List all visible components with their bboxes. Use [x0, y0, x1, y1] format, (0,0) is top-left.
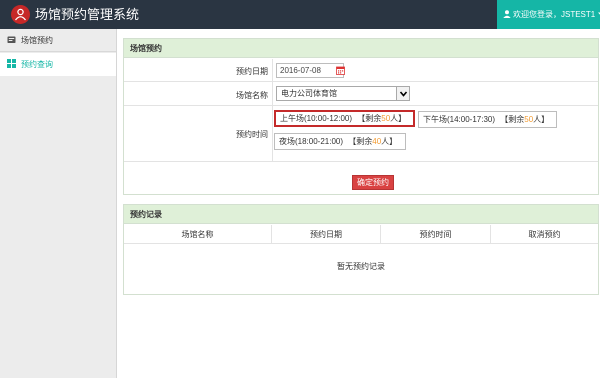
- sidebar-item-label: 预约查询: [21, 60, 53, 69]
- row-divider: [272, 106, 273, 161]
- slot-remain-prefix: 【剩余: [357, 114, 382, 123]
- venue-value: 电力公司体育馆: [281, 89, 337, 98]
- user-icon: [503, 10, 511, 18]
- time-slot-morning[interactable]: 上午场(10:00-12:00) 【剩余50人】: [274, 110, 415, 127]
- time-row: 预约时间 上午场(10:00-12:00) 【剩余50人】 下午场(14:00-…: [124, 106, 598, 161]
- slot-remain-count: 50: [381, 114, 391, 123]
- panel-title: 预约记录: [124, 205, 598, 224]
- booking-panel: 场馆预约 预约日期 2016-07-08 场馆名称 电力公司体育馆 预约时间 上…: [123, 38, 599, 195]
- records-panel: 预约记录 场馆名称 预约日期 预约时间 取消预约 暂无预约记录: [123, 204, 599, 295]
- records-table-header: 场馆名称 预约日期 预约时间 取消预约: [124, 225, 598, 244]
- date-value: 2016-07-08: [280, 66, 321, 75]
- sidebar-item-booking-query[interactable]: 预约查询: [0, 53, 116, 76]
- venue-label: 场馆名称: [236, 91, 268, 100]
- row-divider: [272, 59, 273, 81]
- column-header: 取消预约: [528, 230, 561, 239]
- row-divider: [272, 82, 273, 105]
- user-circle-logo-icon: [11, 5, 30, 24]
- venue-row: 场馆名称 电力公司体育馆: [124, 82, 598, 106]
- slot-remain-suffix: 人】: [381, 137, 398, 146]
- main-content: 场馆预约 预约日期 2016-07-08 场馆名称 电力公司体育馆 预约时间 上…: [117, 29, 600, 378]
- empty-records-text: 暂无预约记录: [337, 262, 385, 271]
- confirm-booking-button[interactable]: 确定预约: [352, 175, 394, 190]
- calendar-icon[interactable]: [336, 66, 345, 75]
- venue-select[interactable]: 电力公司体育馆: [276, 86, 410, 101]
- time-slot-evening[interactable]: 夜场(18:00-21:00) 【剩余40人】: [274, 133, 406, 150]
- slot-remain-count: 50: [524, 115, 534, 124]
- column-header: 预约日期: [272, 225, 381, 244]
- grid-icon: [7, 59, 16, 68]
- slot-remain-suffix: 人】: [533, 115, 550, 124]
- panel-title: 场馆预约: [124, 39, 598, 58]
- sidebar-item-label: 场馆预约: [21, 36, 53, 45]
- slot-name: 上午场(10:00-12:00): [280, 114, 353, 123]
- app-title: 场馆预约管理系统: [35, 7, 140, 22]
- section-divider: [124, 161, 598, 162]
- user-menu[interactable]: 欢迎您登录，JSTEST1: [497, 0, 600, 29]
- sidebar-item-venue-booking[interactable]: 场馆预约: [0, 29, 116, 52]
- select-arrow[interactable]: [396, 87, 409, 100]
- chevron-down-icon: [399, 91, 408, 97]
- date-field[interactable]: 2016-07-08: [276, 63, 345, 78]
- top-bar: 场馆预约管理系统 欢迎您登录，JSTEST1: [0, 0, 600, 29]
- slot-remain-suffix: 人】: [390, 114, 407, 123]
- slot-name: 夜场(18:00-21:00): [279, 137, 344, 146]
- time-slot-afternoon[interactable]: 下午场(14:00-17:30) 【剩余50人】: [418, 111, 557, 128]
- welcome-text: 欢迎您登录，JSTEST1: [513, 10, 596, 19]
- column-header: 预约时间: [381, 225, 491, 244]
- date-row: 预约日期 2016-07-08: [124, 59, 598, 82]
- slot-remain-prefix: 【剩余: [500, 115, 525, 124]
- date-label: 预约日期: [236, 67, 268, 76]
- time-label: 预约时间: [236, 130, 268, 139]
- sidebar: 场馆预约 预约查询: [0, 29, 117, 378]
- slot-remain-prefix: 【剩余: [348, 137, 373, 146]
- reservation-card-icon: [7, 36, 16, 43]
- slot-remain-count: 40: [372, 137, 382, 146]
- slot-name: 下午场(14:00-17:30): [423, 115, 496, 124]
- column-header: 场馆名称: [124, 225, 272, 244]
